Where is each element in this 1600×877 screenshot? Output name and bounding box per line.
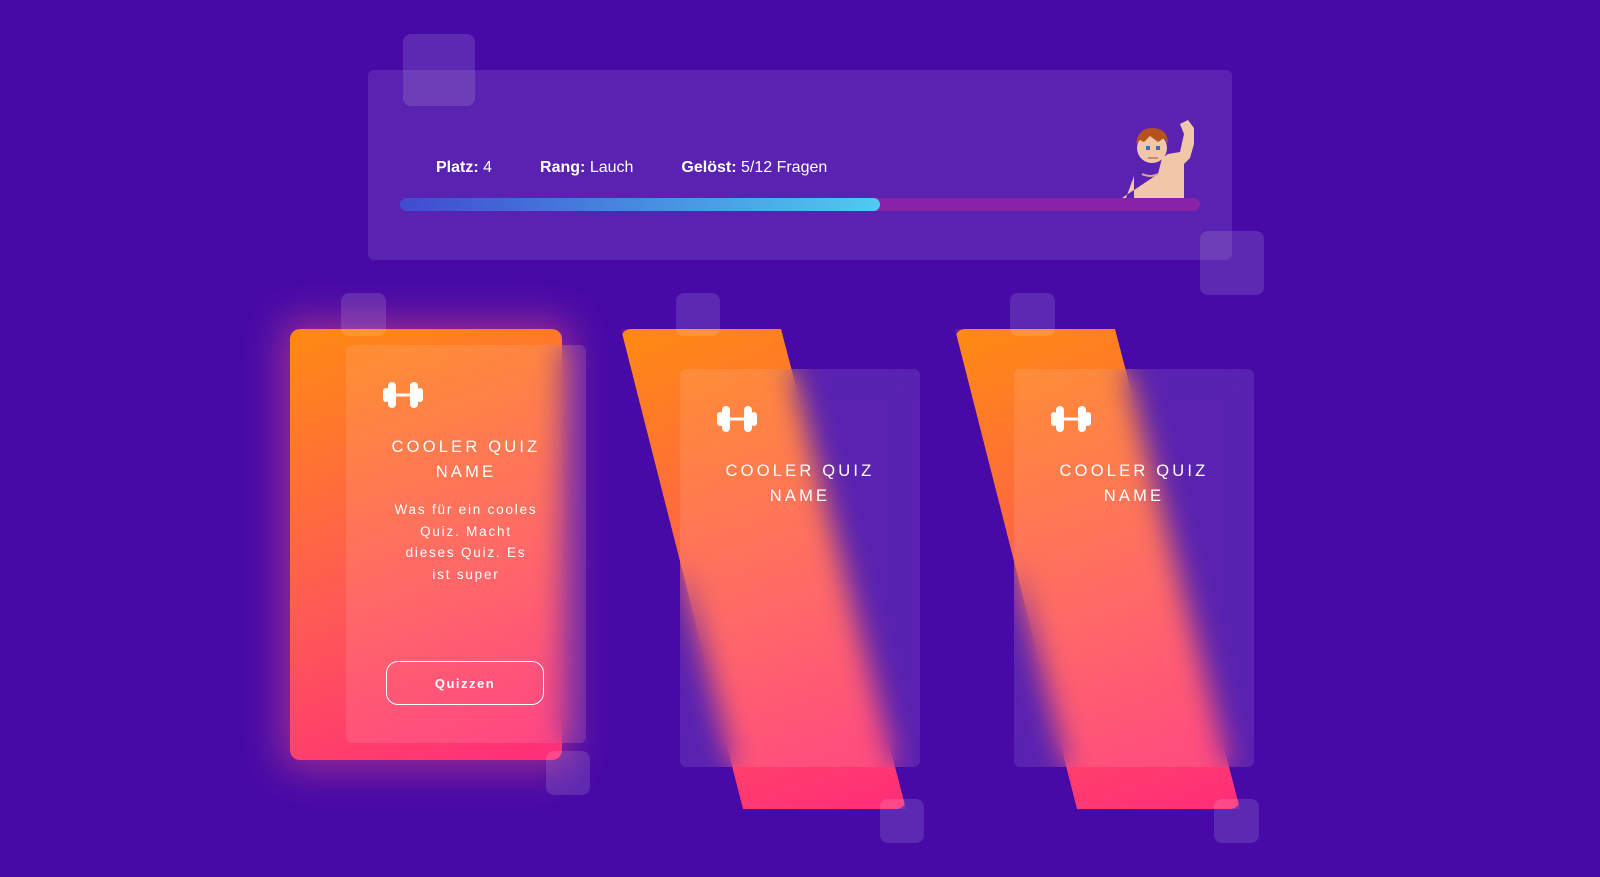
quizzen-button[interactable]: Quizzen: [386, 661, 544, 705]
decor-square: [341, 293, 386, 336]
card-panel: Cooler Quiz Name: [680, 369, 920, 767]
card-description: Was für ein cooles Quiz. Macht dieses Qu…: [394, 502, 538, 582]
card-panel: Cooler Quiz Name Was für ein cooles Quiz…: [346, 345, 586, 743]
card-title: Cooler Quiz Name: [391, 438, 541, 481]
stat-platz: Platz: 4: [436, 159, 493, 176]
dumbbell-icon: [383, 382, 423, 408]
decor-square: [1214, 799, 1259, 843]
dumbbell-icon: [717, 406, 757, 432]
progress-bar: [400, 198, 1200, 211]
stat-geloest: Gelöst: 5/12 Fragen: [681, 159, 828, 176]
dumbbell-icon: [1051, 406, 1091, 432]
stat-rang: Rang: Lauch: [540, 159, 634, 176]
decor-square: [676, 293, 720, 336]
flexing-character-icon: [1122, 120, 1194, 198]
stats-row: Platz: 4 Rang: Lauch Gelöst: 5/12 Fragen: [436, 159, 875, 177]
quiz-card[interactable]: Cooler Quiz Name Was für ein cooles Quiz…: [288, 328, 588, 808]
quiz-card[interactable]: Cooler Quiz Name: [955, 328, 1255, 809]
player-stats-panel: Platz: 4 Rang: Lauch Gelöst: 5/12 Fragen: [368, 70, 1232, 260]
progress-fill: [400, 198, 880, 211]
card-title: Cooler Quiz Name: [725, 462, 875, 505]
card-panel: Cooler Quiz Name: [1014, 369, 1254, 767]
quiz-card[interactable]: Cooler Quiz Name: [621, 328, 921, 809]
decor-square: [1010, 293, 1055, 336]
card-title: Cooler Quiz Name: [1059, 462, 1209, 505]
decor-square: [546, 751, 590, 795]
decor-square: [880, 799, 924, 843]
